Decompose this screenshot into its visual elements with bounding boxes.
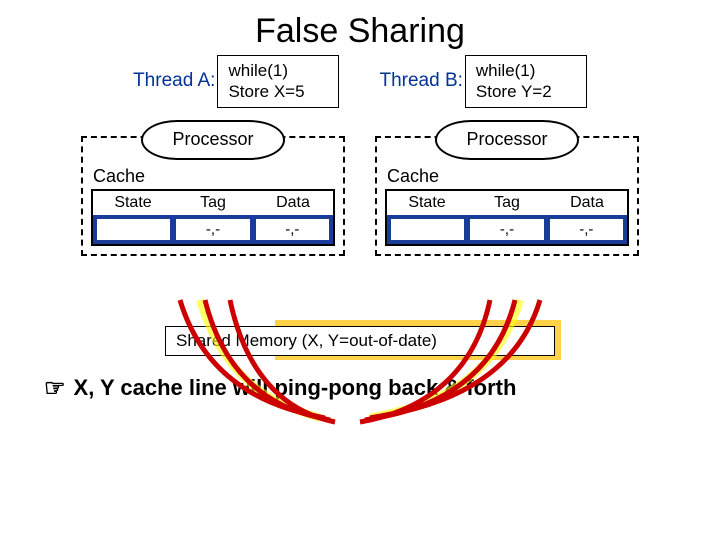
- thread-b-label: Thread B:: [379, 70, 462, 92]
- thread-b: Thread B: while(1) Store Y=2: [379, 55, 586, 108]
- cache-a-state: [97, 219, 170, 240]
- processor-row: Processor Cache State Tag Data -,- -,- P…: [0, 136, 720, 256]
- thread-a: Thread A: while(1) Store X=5: [133, 55, 339, 108]
- col-tag-b: Tag: [467, 191, 547, 215]
- col-tag: Tag: [173, 191, 253, 215]
- thread-a-line2: Store X=5: [228, 81, 328, 102]
- processor-b-block: Processor Cache State Tag Data -,- -,-: [375, 136, 639, 256]
- cache-b-frame: State Tag Data -,- -,-: [385, 189, 629, 246]
- cache-b-header: State Tag Data: [387, 191, 627, 215]
- cache-a-label: Cache: [93, 166, 343, 187]
- page-title: False Sharing: [0, 0, 720, 51]
- conclusion-row: ☞ X, Y cache line will ping-pong back & …: [44, 374, 720, 403]
- hand-icon: ☞: [44, 374, 66, 403]
- thread-b-line2: Store Y=2: [476, 81, 576, 102]
- processor-a-block: Processor Cache State Tag Data -,- -,-: [81, 136, 345, 256]
- cache-a-tag: -,-: [176, 219, 249, 240]
- col-state-b: State: [387, 191, 467, 215]
- cache-b-row: -,- -,-: [387, 215, 627, 244]
- cache-a-row: -,- -,-: [93, 215, 333, 244]
- cache-b-label: Cache: [387, 166, 637, 187]
- cache-b-tag: -,-: [470, 219, 543, 240]
- cache-a-frame: State Tag Data -,- -,-: [91, 189, 335, 246]
- cache-a-header: State Tag Data: [93, 191, 333, 215]
- memory-wrap: Shared Memory (X, Y=out-of-date): [165, 326, 555, 356]
- shared-memory-box: Shared Memory (X, Y=out-of-date): [165, 326, 555, 356]
- conclusion-text: X, Y cache line will ping-pong back & fo…: [74, 375, 517, 401]
- col-data-b: Data: [547, 191, 627, 215]
- col-data: Data: [253, 191, 333, 215]
- cache-b-data: -,-: [550, 219, 623, 240]
- col-state: State: [93, 191, 173, 215]
- processor-b-oval: Processor: [435, 120, 579, 160]
- processor-a-oval: Processor: [141, 120, 285, 160]
- thread-b-code: while(1) Store Y=2: [465, 55, 587, 108]
- thread-a-line1: while(1): [228, 60, 328, 81]
- thread-row: Thread A: while(1) Store X=5 Thread B: w…: [0, 55, 720, 108]
- thread-a-label: Thread A:: [133, 70, 215, 92]
- thread-b-line1: while(1): [476, 60, 576, 81]
- thread-a-code: while(1) Store X=5: [217, 55, 339, 108]
- cache-b-state: [391, 219, 464, 240]
- cache-a-data: -,-: [256, 219, 329, 240]
